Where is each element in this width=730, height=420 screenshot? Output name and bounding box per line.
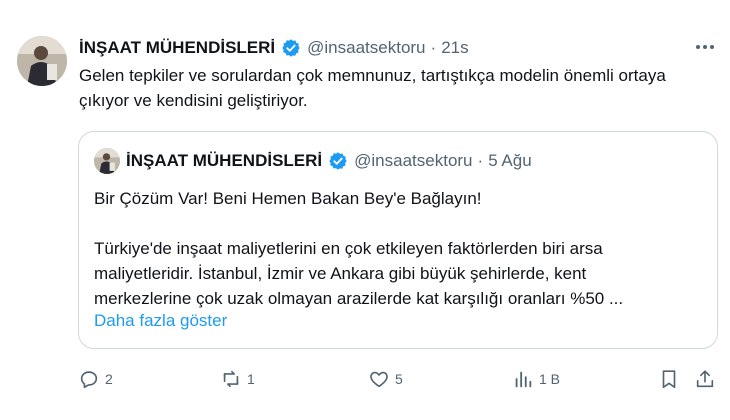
quote-text-line: Türkiye'de inşaat maliyetlerini en çok e…	[94, 239, 603, 258]
quote-avatar	[94, 148, 120, 174]
quote-author-name: İNŞAAT MÜHENDİSLERİ	[126, 151, 323, 170]
share-button[interactable]	[694, 362, 716, 396]
quote-text-line: merkezlerine çok uzak olmayan arazilerde…	[94, 289, 624, 308]
author-name[interactable]: İNŞAAT MÜHENDİSLERİ	[79, 38, 275, 58]
quoted-tweet[interactable]: İNŞAAT MÜHENDİSLERİ @insaatsektoru · 5 A…	[78, 131, 718, 349]
more-horizontal-icon[interactable]	[690, 36, 720, 58]
views-icon	[512, 368, 534, 390]
reply-button[interactable]: 2	[78, 362, 113, 396]
tweet-header: İNŞAAT MÜHENDİSLERİ @insaatsektoru · 21s	[79, 36, 469, 60]
timestamp[interactable]: 21s	[441, 38, 468, 58]
verified-badge-icon	[281, 38, 301, 58]
heart-icon	[368, 368, 390, 390]
quote-date: 5 Ağu	[488, 151, 532, 170]
action-bar: 2 1 5 1 B	[72, 362, 722, 396]
retweet-count: 1	[247, 371, 255, 387]
author-handle[interactable]: @insaatsektoru	[307, 38, 425, 58]
tweet-text: Gelen tepkiler ve sorulardan çok memnunu…	[79, 66, 666, 110]
reply-icon	[78, 368, 100, 390]
bookmark-icon	[658, 368, 680, 390]
verified-badge-icon	[328, 151, 348, 171]
quote-text-line: maliyetleridir. İstanbul, İzmir ve Ankar…	[94, 264, 587, 283]
bookmark-button[interactable]	[658, 362, 680, 396]
separator-dot: ·	[477, 151, 484, 170]
quote-header: İNŞAAT MÜHENDİSLERİ @insaatsektoru · 5 A…	[126, 148, 532, 174]
retweet-button[interactable]: 1	[220, 362, 255, 396]
show-more-link[interactable]: Daha fazla göster	[94, 310, 227, 332]
quote-text: Türkiye'de inşaat maliyetlerini en çok e…	[94, 236, 704, 311]
views-count: 1 B	[539, 371, 561, 387]
reply-count: 2	[105, 371, 113, 387]
quote-author-handle: @insaatsektoru	[354, 151, 473, 170]
views-button[interactable]: 1 B	[512, 362, 560, 396]
avatar[interactable]	[17, 36, 67, 86]
quote-title: Bir Çözüm Var! Beni Hemen Bakan Bey'e Ba…	[94, 189, 482, 208]
like-count: 5	[395, 371, 403, 387]
like-button[interactable]: 5	[368, 362, 403, 396]
retweet-icon	[220, 368, 242, 390]
tweet[interactable]: İNŞAAT MÜHENDİSLERİ @insaatsektoru · 21s…	[0, 0, 730, 420]
separator-dot: ·	[430, 38, 437, 57]
share-icon	[694, 368, 716, 390]
